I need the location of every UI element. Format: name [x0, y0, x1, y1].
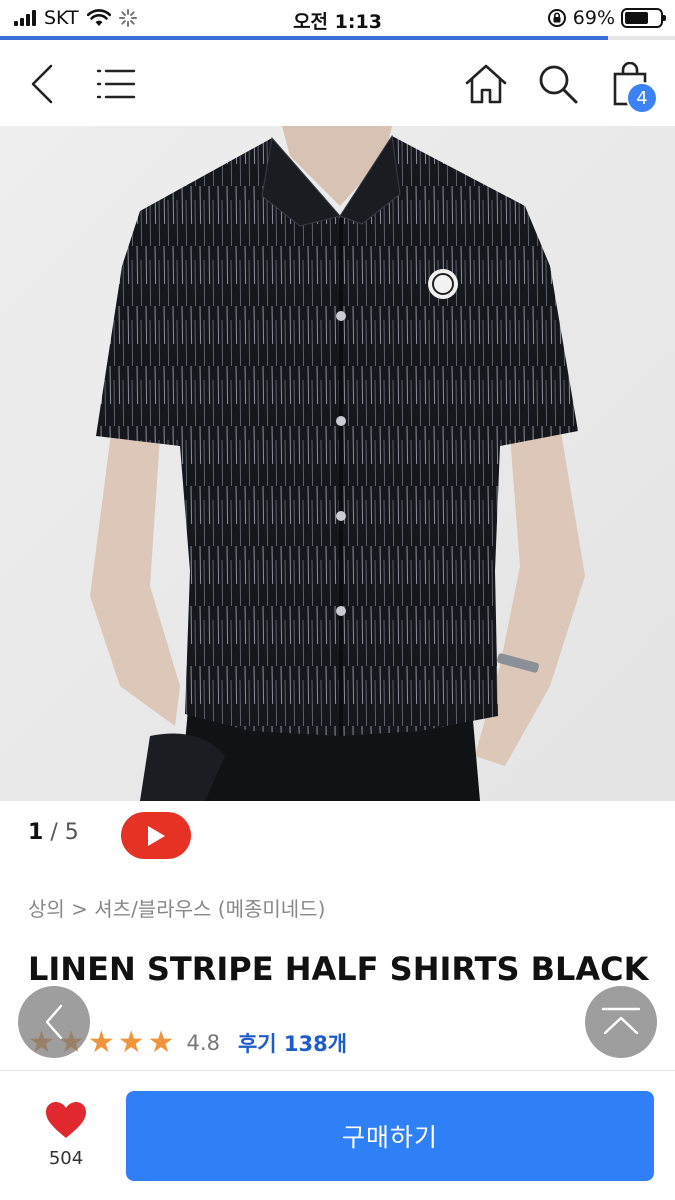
- menu-button[interactable]: [92, 60, 140, 108]
- rating-score: 4.8: [186, 1031, 220, 1055]
- chevron-left-icon: [45, 1004, 63, 1040]
- chevron-left-icon: [31, 64, 53, 104]
- status-bar: SKT 오전 1:13 69%: [0, 0, 675, 38]
- category-breadcrumb[interactable]: 상의 > 셔츠/블라우스 (메종미네드): [28, 893, 325, 922]
- star-icon: ★: [147, 1025, 175, 1060]
- battery-icon: [621, 8, 666, 28]
- bottom-bar-divider: [0, 1070, 675, 1071]
- like-count: 504: [48, 1148, 84, 1169]
- home-icon: [465, 64, 507, 104]
- product-image[interactable]: [0, 126, 675, 801]
- star-icon: ★: [117, 1025, 145, 1060]
- like-button[interactable]: 504: [30, 1100, 102, 1169]
- play-icon: [148, 825, 165, 846]
- buy-button[interactable]: 구매하기: [126, 1091, 654, 1181]
- search-icon: [539, 65, 578, 104]
- star-icon: ★: [87, 1025, 115, 1060]
- scroll-to-top-icon: [601, 1007, 641, 1035]
- image-pager: 1 / 5: [28, 820, 79, 845]
- pager-current: 1: [28, 820, 44, 845]
- video-play-button[interactable]: [121, 812, 191, 859]
- top-nav: 4: [0, 40, 675, 126]
- pager-separator: /: [50, 820, 58, 845]
- pager-total: 5: [64, 820, 79, 845]
- prev-page-floating-button[interactable]: [18, 986, 90, 1058]
- product-title: LINEN STRIPE HALF SHIRTS BLACK: [28, 950, 649, 988]
- reviews-link[interactable]: 후기 138개: [238, 1028, 347, 1058]
- hamburger-menu-icon: [96, 69, 136, 99]
- product-detail-page: SKT 오전 1:13 69% 4 1 / 5 상의 > 셔츠/블라우스 (메종…: [0, 0, 675, 1200]
- heart-icon: [46, 1102, 86, 1138]
- orientation-lock-icon: [547, 9, 566, 27]
- cart-button[interactable]: 4: [606, 60, 658, 114]
- home-button[interactable]: [462, 60, 510, 108]
- product-photo-shirt: [0, 126, 675, 801]
- scroll-to-top-button[interactable]: [585, 986, 657, 1058]
- cart-count-badge: 4: [626, 82, 658, 114]
- status-right: 69%: [547, 7, 666, 29]
- search-button[interactable]: [534, 60, 582, 108]
- battery-percent: 69%: [572, 7, 615, 29]
- back-button[interactable]: [18, 60, 66, 108]
